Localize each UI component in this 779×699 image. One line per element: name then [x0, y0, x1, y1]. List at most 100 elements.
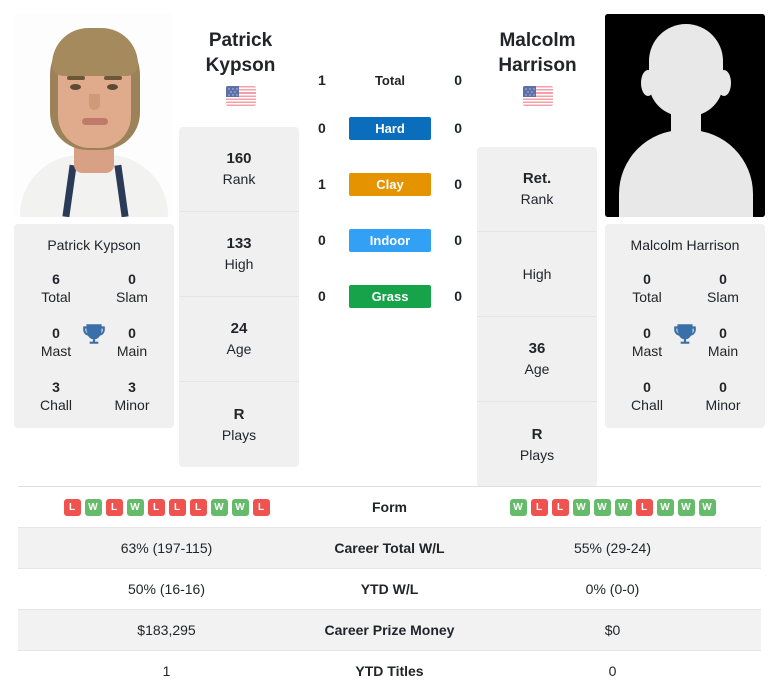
rank-value: 36 [528, 340, 546, 357]
player-portrait-image [14, 14, 174, 217]
stat-value: 0 [52, 325, 60, 341]
rank-label: High [522, 266, 552, 282]
card-player-name: Malcolm Harrison [630, 237, 740, 253]
stat-value: 3 [128, 379, 136, 395]
right-player-first-name[interactable]: Malcolm [475, 28, 600, 53]
stat-minor: 0 Minor [697, 378, 749, 414]
row-label: YTD Titles [355, 663, 424, 680]
h2h-right-value: 0 [454, 288, 462, 304]
trophy-icon [81, 321, 107, 347]
stat-label: Chall [40, 397, 72, 413]
h2h-surface-row-clay: 1 Clay 0 [300, 156, 480, 212]
row-label: YTD W/L [360, 581, 419, 597]
form-badge-w: W [572, 498, 590, 516]
rank-cell: 36 Age [477, 317, 597, 402]
rank-label: Plays [221, 426, 257, 443]
h2h-right-value: 0 [454, 72, 462, 88]
stat-slam: 0 Slam [106, 270, 158, 306]
left-player-us-flag-icon [225, 86, 256, 106]
form-badge-l: L [105, 498, 123, 516]
stat-mast: 0 Mast [621, 324, 673, 360]
table-row-form: LWLWLLLWWL Form WLLWWWLWWW [18, 486, 761, 528]
left-player-last-name[interactable]: Kypson [178, 53, 303, 78]
h2h-left-value: 1 [318, 176, 326, 192]
stat-main: 0 Main [106, 324, 158, 360]
left-form-badges: LWLWLLLWWL [18, 498, 315, 516]
h2h-total-row: 1 Total 0 [300, 60, 480, 100]
h2h-right-value: 0 [454, 176, 462, 192]
stat-total: 0 Total [621, 270, 673, 306]
left-value: $183,295 [137, 622, 196, 638]
form-badge-l: L [252, 498, 270, 516]
table-row: 63% (197-115) Career Total W/L 55% (29-2… [18, 527, 761, 569]
form-badge-w: W [126, 498, 144, 516]
right-value: $0 [604, 622, 621, 638]
stat-label: Minor [114, 397, 150, 413]
stat-label: Minor [705, 397, 741, 413]
stat-value: 0 [128, 325, 136, 341]
h2h-surface-row-hard: 0 Hard 0 [300, 100, 480, 156]
card-player-name: Patrick Kypson [47, 237, 141, 253]
surface-button-hard[interactable]: Hard [349, 116, 431, 140]
stat-label: Mast [40, 343, 72, 359]
player-comparison-header: Patrick Kypson Malcolm Harrison 160 Rank… [0, 0, 779, 487]
form-badge-l: L [147, 498, 165, 516]
row-label: Form [372, 499, 407, 515]
stat-value: 0 [128, 271, 136, 287]
table-row: 50% (16-16) YTD W/L 0% (0-0) [18, 568, 761, 610]
right-player-rank-card: Ret. Rank High 36 Age R Plays [477, 147, 597, 487]
titles-row: 0 Total 0 Slam [605, 270, 765, 306]
rank-label: Age [524, 361, 550, 377]
left-player-first-name[interactable]: Patrick [178, 28, 303, 53]
rank-value: R [531, 425, 543, 443]
rank-cell: High [477, 232, 597, 317]
form-badge-w: W [84, 498, 102, 516]
stat-value: 0 [719, 271, 727, 287]
h2h-left-value: 1 [318, 72, 326, 88]
titles-row: 0 Chall 0 Minor [605, 378, 765, 414]
h2h-left-value: 0 [318, 120, 326, 136]
surface-button-grass[interactable]: Grass [349, 284, 431, 308]
titles-row: 0 Mast 0 Main [605, 324, 765, 360]
form-badge-w: W [509, 498, 527, 516]
right-value: 55% (29-24) [573, 540, 652, 556]
form-badge-w: W [677, 498, 695, 516]
stat-label: Total [41, 289, 71, 305]
right-player-us-flag-icon [522, 86, 553, 106]
stat-chall: 0 Chall [621, 378, 673, 414]
surface-button-indoor[interactable]: Indoor [349, 228, 431, 252]
left-player-titles-card: Patrick Kypson 6 Total 0 Slam 0 Mast 0 M… [14, 224, 174, 428]
stat-mast: 0 Mast [30, 324, 82, 360]
form-badge-w: W [698, 498, 716, 516]
surface-button-clay[interactable]: Clay [349, 172, 431, 196]
h2h-total-label: Total [374, 72, 406, 88]
table-row: $183,295 Career Prize Money $0 [18, 609, 761, 651]
player-placeholder-avatar-icon [605, 14, 765, 217]
rank-cell: 24 Age [179, 297, 299, 382]
left-player-photo[interactable] [14, 14, 174, 217]
right-player-last-name[interactable]: Harrison [475, 53, 600, 78]
stat-label: Main [116, 343, 148, 359]
form-badge-w: W [210, 498, 228, 516]
stat-minor: 3 Minor [106, 378, 158, 414]
right-value: 0% (0-0) [585, 581, 640, 597]
rank-cell: 133 High [179, 212, 299, 297]
stat-chall: 3 Chall [30, 378, 82, 414]
rank-label: Age [226, 341, 252, 357]
stat-value: 0 [643, 379, 651, 395]
stat-label: Slam [116, 289, 148, 305]
rank-cell: R Plays [477, 402, 597, 487]
rank-value: Ret. [522, 170, 552, 187]
rank-label: Rank [520, 191, 554, 207]
rank-value: R [233, 405, 245, 423]
h2h-surface-row-grass: 0 Grass 0 [300, 268, 480, 324]
left-form-cell: LWLWLLLWWL [18, 487, 315, 528]
titles-row: 0 Mast 0 Main [14, 324, 174, 360]
form-badge-l: L [63, 498, 81, 516]
rank-label: Rank [222, 171, 256, 187]
rank-value: 160 [226, 150, 252, 167]
stat-slam: 0 Slam [697, 270, 749, 306]
right-player-photo[interactable] [605, 14, 765, 217]
h2h-right-value: 0 [454, 232, 462, 248]
right-player-name-block: Malcolm Harrison [475, 28, 600, 106]
